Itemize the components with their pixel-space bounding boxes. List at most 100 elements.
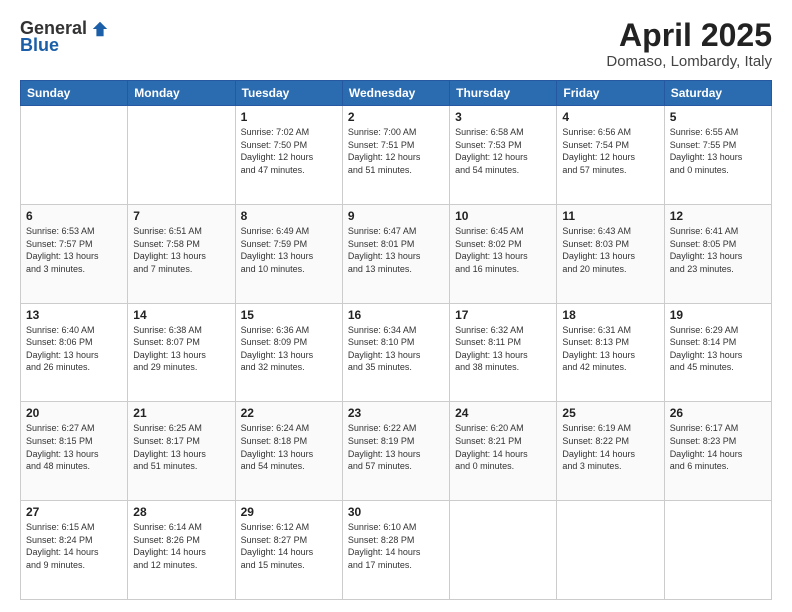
- day-number: 18: [562, 308, 658, 322]
- calendar-week-row: 13Sunrise: 6:40 AM Sunset: 8:06 PM Dayli…: [21, 303, 772, 402]
- page: General Blue April 2025 Domaso, Lombardy…: [0, 0, 792, 612]
- calendar-cell: [557, 501, 664, 600]
- day-number: 19: [670, 308, 766, 322]
- day-info: Sunrise: 6:45 AM Sunset: 8:02 PM Dayligh…: [455, 225, 551, 275]
- logo: General Blue: [20, 18, 109, 56]
- day-number: 1: [241, 110, 337, 124]
- day-info: Sunrise: 6:49 AM Sunset: 7:59 PM Dayligh…: [241, 225, 337, 275]
- day-info: Sunrise: 6:20 AM Sunset: 8:21 PM Dayligh…: [455, 422, 551, 472]
- calendar-header-sunday: Sunday: [21, 81, 128, 106]
- calendar-cell: 19 Sunrise: 6:29 AM Sunset: 8:14 PM Dayli…: [664, 303, 771, 402]
- day-number: 7: [133, 209, 229, 223]
- logo-blue-text: Blue: [20, 35, 59, 56]
- day-info: Sunrise: 6:32 AM Sunset: 8:11 PM Dayligh…: [455, 324, 551, 374]
- day-number: 26: [670, 406, 766, 420]
- day-info: Sunrise: 6:51 AM Sunset: 7:58 PM Dayligh…: [133, 225, 229, 275]
- day-number: 20: [26, 406, 122, 420]
- calendar-cell: 26 Sunrise: 6:17 AM Sunset: 8:23 PM Dayli…: [664, 402, 771, 501]
- logo-icon: [91, 20, 109, 38]
- calendar-cell: 5Sunrise: 6:55 AM Sunset: 7:55 PM Daylig…: [664, 106, 771, 205]
- calendar-cell: 2 Sunrise: 7:00 AM Sunset: 7:51 PM Daylig…: [342, 106, 449, 205]
- day-info: Sunrise: 6:58 AM Sunset: 7:53 PM Dayligh…: [455, 126, 551, 176]
- day-number: 23: [348, 406, 444, 420]
- day-number: 2: [348, 110, 444, 124]
- day-number: 21: [133, 406, 229, 420]
- calendar-week-row: 27 Sunrise: 6:15 AM Sunset: 8:24 PM Dayli…: [21, 501, 772, 600]
- calendar-header-saturday: Saturday: [664, 81, 771, 106]
- calendar-cell: 16 Sunrise: 6:34 AM Sunset: 8:10 PM Dayli…: [342, 303, 449, 402]
- day-number: 27: [26, 505, 122, 519]
- day-info: Sunrise: 6:47 AM Sunset: 8:01 PM Dayligh…: [348, 225, 444, 275]
- day-info: Sunrise: 6:12 AM Sunset: 8:27 PM Dayligh…: [241, 521, 337, 571]
- day-number: 24: [455, 406, 551, 420]
- calendar-cell: [450, 501, 557, 600]
- day-number: 14: [133, 308, 229, 322]
- day-info: Sunrise: 6:15 AM Sunset: 8:24 PM Dayligh…: [26, 521, 122, 571]
- day-info: Sunrise: 6:17 AM Sunset: 8:23 PM Dayligh…: [670, 422, 766, 472]
- calendar-cell: 9 Sunrise: 6:47 AM Sunset: 8:01 PM Daylig…: [342, 204, 449, 303]
- calendar-cell: 24 Sunrise: 6:20 AM Sunset: 8:21 PM Dayli…: [450, 402, 557, 501]
- title-block: April 2025 Domaso, Lombardy, Italy: [606, 18, 772, 70]
- day-number: 12: [670, 209, 766, 223]
- calendar-cell: 17 Sunrise: 6:32 AM Sunset: 8:11 PM Dayli…: [450, 303, 557, 402]
- day-info: Sunrise: 6:10 AM Sunset: 8:28 PM Dayligh…: [348, 521, 444, 571]
- calendar-cell: 29Sunrise: 6:12 AM Sunset: 8:27 PM Dayli…: [235, 501, 342, 600]
- day-info: Sunrise: 6:38 AM Sunset: 8:07 PM Dayligh…: [133, 324, 229, 374]
- day-number: 16: [348, 308, 444, 322]
- day-number: 3: [455, 110, 551, 124]
- day-number: 10: [455, 209, 551, 223]
- calendar-cell: 14 Sunrise: 6:38 AM Sunset: 8:07 PM Dayli…: [128, 303, 235, 402]
- day-info: Sunrise: 6:14 AM Sunset: 8:26 PM Dayligh…: [133, 521, 229, 571]
- day-info: Sunrise: 6:19 AM Sunset: 8:22 PM Dayligh…: [562, 422, 658, 472]
- day-info: Sunrise: 6:29 AM Sunset: 8:14 PM Dayligh…: [670, 324, 766, 374]
- calendar-cell: 18 Sunrise: 6:31 AM Sunset: 8:13 PM Dayli…: [557, 303, 664, 402]
- calendar-cell: 7 Sunrise: 6:51 AM Sunset: 7:58 PM Daylig…: [128, 204, 235, 303]
- calendar-cell: 1 Sunrise: 7:02 AM Sunset: 7:50 PM Daylig…: [235, 106, 342, 205]
- calendar-cell: 28 Sunrise: 6:14 AM Sunset: 8:26 PM Dayli…: [128, 501, 235, 600]
- calendar-header-wednesday: Wednesday: [342, 81, 449, 106]
- day-number: 25: [562, 406, 658, 420]
- calendar-cell: 10 Sunrise: 6:45 AM Sunset: 8:02 PM Dayli…: [450, 204, 557, 303]
- calendar-cell: 23 Sunrise: 6:22 AM Sunset: 8:19 PM Dayli…: [342, 402, 449, 501]
- calendar-cell: 25 Sunrise: 6:19 AM Sunset: 8:22 PM Dayli…: [557, 402, 664, 501]
- day-number: 4: [562, 110, 658, 124]
- day-number: 17: [455, 308, 551, 322]
- calendar-header-row: SundayMondayTuesdayWednesdayThursdayFrid…: [21, 81, 772, 106]
- day-info: Sunrise: 6:41 AM Sunset: 8:05 PM Dayligh…: [670, 225, 766, 275]
- calendar-cell: 4 Sunrise: 6:56 AM Sunset: 7:54 PM Daylig…: [557, 106, 664, 205]
- calendar-cell: [664, 501, 771, 600]
- title-location: Domaso, Lombardy, Italy: [606, 53, 772, 70]
- day-number: 22: [241, 406, 337, 420]
- day-info: Sunrise: 6:24 AM Sunset: 8:18 PM Dayligh…: [241, 422, 337, 472]
- calendar-cell: 12 Sunrise: 6:41 AM Sunset: 8:05 PM Dayli…: [664, 204, 771, 303]
- day-info: Sunrise: 7:02 AM Sunset: 7:50 PM Dayligh…: [241, 126, 337, 176]
- calendar-cell: [128, 106, 235, 205]
- day-number: 28: [133, 505, 229, 519]
- day-info: Sunrise: 6:36 AM Sunset: 8:09 PM Dayligh…: [241, 324, 337, 374]
- calendar-cell: 8Sunrise: 6:49 AM Sunset: 7:59 PM Daylig…: [235, 204, 342, 303]
- day-info: Sunrise: 6:43 AM Sunset: 8:03 PM Dayligh…: [562, 225, 658, 275]
- day-number: 9: [348, 209, 444, 223]
- calendar-cell: 27 Sunrise: 6:15 AM Sunset: 8:24 PM Dayli…: [21, 501, 128, 600]
- day-info: Sunrise: 6:55 AM Sunset: 7:55 PM Dayligh…: [670, 126, 766, 176]
- calendar-header-friday: Friday: [557, 81, 664, 106]
- day-info: Sunrise: 6:56 AM Sunset: 7:54 PM Dayligh…: [562, 126, 658, 176]
- day-info: Sunrise: 6:31 AM Sunset: 8:13 PM Dayligh…: [562, 324, 658, 374]
- calendar-table: SundayMondayTuesdayWednesdayThursdayFrid…: [20, 80, 772, 600]
- calendar-week-row: 1 Sunrise: 7:02 AM Sunset: 7:50 PM Daylig…: [21, 106, 772, 205]
- day-number: 11: [562, 209, 658, 223]
- day-number: 15: [241, 308, 337, 322]
- calendar-header-tuesday: Tuesday: [235, 81, 342, 106]
- day-number: 6: [26, 209, 122, 223]
- day-info: Sunrise: 6:40 AM Sunset: 8:06 PM Dayligh…: [26, 324, 122, 374]
- day-info: Sunrise: 6:34 AM Sunset: 8:10 PM Dayligh…: [348, 324, 444, 374]
- calendar-header-thursday: Thursday: [450, 81, 557, 106]
- title-month: April 2025: [606, 18, 772, 53]
- calendar-header-monday: Monday: [128, 81, 235, 106]
- day-info: Sunrise: 6:22 AM Sunset: 8:19 PM Dayligh…: [348, 422, 444, 472]
- calendar-week-row: 6Sunrise: 6:53 AM Sunset: 7:57 PM Daylig…: [21, 204, 772, 303]
- calendar-cell: 6Sunrise: 6:53 AM Sunset: 7:57 PM Daylig…: [21, 204, 128, 303]
- day-info: Sunrise: 7:00 AM Sunset: 7:51 PM Dayligh…: [348, 126, 444, 176]
- calendar-cell: 3 Sunrise: 6:58 AM Sunset: 7:53 PM Daylig…: [450, 106, 557, 205]
- day-info: Sunrise: 6:25 AM Sunset: 8:17 PM Dayligh…: [133, 422, 229, 472]
